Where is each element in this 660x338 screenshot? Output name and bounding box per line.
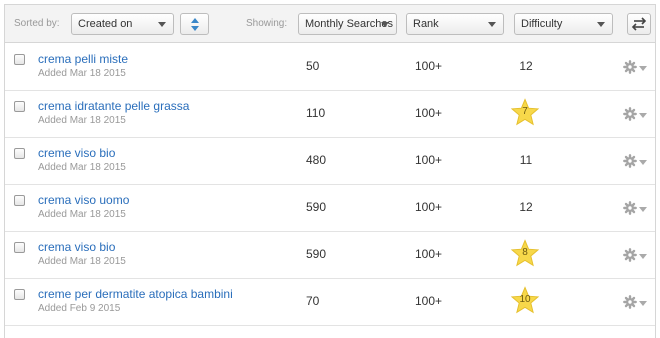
- row-checkbox[interactable]: [14, 148, 25, 159]
- sort-direction-button[interactable]: [180, 13, 209, 35]
- monthly-searches-value: 590: [306, 200, 327, 214]
- row-checkbox[interactable]: [14, 289, 25, 300]
- gear-icon[interactable]: [623, 201, 637, 215]
- difficulty-value: 8: [522, 247, 528, 258]
- difficulty-star-badge: 8: [510, 239, 540, 269]
- gear-icon[interactable]: [623, 248, 637, 262]
- chevron-down-icon: [381, 22, 389, 27]
- keyword-row[interactable]: crema viso uomo Added Mar 18 2015 590 100+ 1…: [5, 185, 655, 232]
- row-actions-chevron-icon[interactable]: [639, 207, 647, 212]
- monthly-searches-value: 50: [306, 59, 320, 73]
- rank-value: 100+: [415, 153, 443, 167]
- row-checkbox[interactable]: [14, 195, 25, 206]
- column-1-select-value: Monthly Searches: [305, 18, 394, 30]
- sorted-by-label: Sorted by:: [14, 18, 60, 29]
- gear-icon[interactable]: [623, 60, 637, 74]
- sort-select-value: Created on: [78, 18, 133, 30]
- keyword-row[interactable]: creme viso bio Added Mar 18 2015 480 100+ 11: [5, 138, 655, 185]
- column-2-select-value: Rank: [413, 18, 439, 30]
- keyword-row[interactable]: crema viso bio Added Mar 18 2015 590 100+ 8: [5, 232, 655, 279]
- rank-value: 100+: [415, 200, 443, 214]
- difficulty-value: 11: [519, 153, 533, 167]
- rank-value: 100+: [415, 59, 443, 73]
- difficulty-star-badge: 10: [510, 286, 540, 316]
- toolbar: Sorted by: Created on Showing: Monthly S…: [5, 5, 655, 43]
- sort-up-arrow-icon: [191, 18, 199, 23]
- gear-icon[interactable]: [623, 295, 637, 309]
- difficulty-value: 12: [519, 59, 533, 73]
- row-actions-chevron-icon[interactable]: [639, 254, 647, 259]
- keyword-link[interactable]: crema idratante pelle grassa: [38, 99, 189, 113]
- row-actions-chevron-icon[interactable]: [639, 160, 647, 165]
- difficulty-value: 10: [519, 294, 531, 305]
- keyword-link[interactable]: crema pelli miste: [38, 52, 128, 66]
- monthly-searches-value: 590: [306, 247, 327, 261]
- keyword-link[interactable]: crema viso bio: [38, 240, 115, 254]
- keyword-row[interactable]: crema pelli miste Added Mar 18 2015 50 100+…: [5, 44, 655, 91]
- chevron-down-icon: [597, 22, 605, 27]
- gear-icon[interactable]: [623, 107, 637, 121]
- chevron-down-icon: [158, 22, 166, 27]
- added-date: Added Feb 9 2015: [38, 303, 121, 314]
- rank-value: 100+: [415, 247, 443, 261]
- showing-label: Showing:: [246, 18, 288, 29]
- row-checkbox[interactable]: [14, 242, 25, 253]
- difficulty-value: 12: [519, 200, 533, 214]
- keyword-link[interactable]: crema viso uomo: [38, 193, 129, 207]
- added-date: Added Mar 18 2015: [38, 256, 126, 267]
- sort-down-arrow-icon: [191, 26, 199, 31]
- column-1-select[interactable]: Monthly Searches: [298, 13, 397, 35]
- row-actions-chevron-icon[interactable]: [639, 301, 647, 306]
- rank-value: 100+: [415, 106, 443, 120]
- keyword-panel: Sorted by: Created on Showing: Monthly S…: [4, 4, 656, 338]
- difficulty-value: 7: [522, 106, 528, 117]
- keyword-row[interactable]: crema idratante pelle grassa Added Mar 18…: [5, 91, 655, 138]
- column-2-select[interactable]: Rank: [406, 13, 504, 35]
- row-checkbox[interactable]: [14, 101, 25, 112]
- added-date: Added Mar 18 2015: [38, 209, 126, 220]
- added-date: Added Mar 18 2015: [38, 162, 126, 173]
- monthly-searches-value: 110: [306, 106, 326, 120]
- monthly-searches-value: 480: [306, 153, 327, 167]
- keyword-link[interactable]: creme viso bio: [38, 146, 115, 160]
- chevron-down-icon: [488, 22, 496, 27]
- row-actions-chevron-icon[interactable]: [639, 66, 647, 71]
- keyword-row[interactable]: creme per dermatite atopica bambini Added…: [5, 279, 655, 326]
- column-3-select-value: Difficulty: [521, 18, 563, 30]
- added-date: Added Mar 18 2015: [38, 115, 126, 126]
- column-3-select[interactable]: Difficulty: [514, 13, 613, 35]
- row-checkbox[interactable]: [14, 54, 25, 65]
- added-date: Added Mar 18 2015: [38, 68, 126, 79]
- swap-columns-button[interactable]: [627, 13, 651, 35]
- row-actions-chevron-icon[interactable]: [639, 113, 647, 118]
- gear-icon[interactable]: [623, 154, 637, 168]
- difficulty-star-badge: 7: [510, 98, 540, 128]
- monthly-searches-value: 70: [306, 294, 320, 308]
- swap-arrows-icon: [631, 17, 647, 31]
- sort-select[interactable]: Created on: [71, 13, 174, 35]
- rank-value: 100+: [415, 294, 443, 308]
- keyword-link[interactable]: creme per dermatite atopica bambini: [38, 287, 233, 301]
